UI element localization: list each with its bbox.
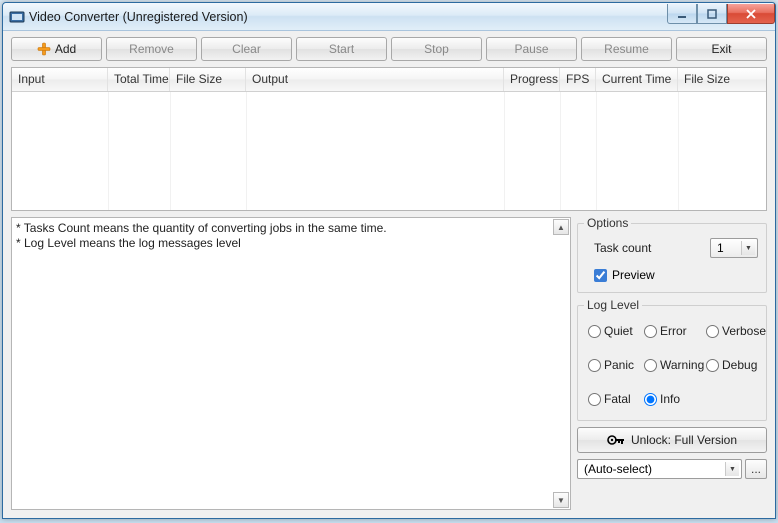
exit-button[interactable]: Exit: [676, 37, 767, 61]
add-button[interactable]: Add: [11, 37, 102, 61]
radio-verbose[interactable]: Verbose: [706, 324, 762, 338]
col-fps[interactable]: FPS: [560, 68, 596, 91]
titlebar[interactable]: Video Converter (Unregistered Version): [3, 3, 775, 31]
remove-button[interactable]: Remove: [106, 37, 197, 61]
radio-info[interactable]: Info: [644, 392, 706, 406]
start-button[interactable]: Start: [296, 37, 387, 61]
content-area: Add Remove Clear Start Stop Pause Resume…: [3, 31, 775, 518]
chevron-down-icon: ▼: [741, 241, 755, 255]
plus-icon: [37, 42, 51, 56]
col-input[interactable]: Input: [12, 68, 108, 91]
toolbar: Add Remove Clear Start Stop Pause Resume…: [11, 37, 767, 61]
key-icon: [607, 433, 625, 447]
col-currenttime[interactable]: Current Time: [596, 68, 678, 91]
col-filesize[interactable]: File Size: [170, 68, 246, 91]
log-pane[interactable]: * Tasks Count means the quantity of conv…: [11, 217, 571, 510]
minimize-button[interactable]: [667, 4, 697, 24]
add-label: Add: [55, 42, 76, 56]
radio-fatal[interactable]: Fatal: [588, 392, 644, 406]
col-totaltime[interactable]: Total Time: [108, 68, 170, 91]
table-header: Input Total Time File Size Output Progre…: [12, 68, 766, 92]
browse-button[interactable]: ...: [745, 459, 767, 479]
preview-label: Preview: [612, 268, 655, 282]
scroll-down[interactable]: ▼: [553, 492, 569, 508]
bottom-row: * Tasks Count means the quantity of conv…: [11, 217, 767, 510]
options-group: Options Task count 1 ▼ Preview: [577, 223, 767, 293]
col-progress[interactable]: Progress: [504, 68, 560, 91]
window-title: Video Converter (Unregistered Version): [29, 10, 248, 24]
table-body: [12, 92, 766, 210]
loglevel-legend: Log Level: [584, 298, 642, 312]
options-legend: Options: [584, 216, 631, 230]
stop-button[interactable]: Stop: [391, 37, 482, 61]
preview-checkbox[interactable]: [594, 269, 607, 282]
loglevel-group: Log Level Quiet Error Verbose Panic Warn…: [577, 305, 767, 421]
auto-select-row: (Auto-select) ▼ ...: [577, 459, 767, 479]
col-filesize2[interactable]: File Size: [678, 68, 766, 91]
radio-quiet[interactable]: Quiet: [588, 324, 644, 338]
task-count-label: Task count: [594, 241, 651, 255]
clear-button[interactable]: Clear: [201, 37, 292, 61]
unlock-button[interactable]: Unlock: Full Version: [577, 427, 767, 453]
radio-warning[interactable]: Warning: [644, 358, 706, 372]
resume-button[interactable]: Resume: [581, 37, 672, 61]
radio-error[interactable]: Error: [644, 324, 706, 338]
chevron-down-icon: ▼: [725, 462, 739, 476]
side-panel: Options Task count 1 ▼ Preview: [577, 217, 767, 510]
maximize-button[interactable]: [697, 4, 727, 24]
log-text: * Tasks Count means the quantity of conv…: [16, 221, 566, 251]
window-controls: [667, 4, 775, 24]
col-output[interactable]: Output: [246, 68, 504, 91]
auto-select-dropdown[interactable]: (Auto-select) ▼: [577, 459, 742, 479]
radio-debug[interactable]: Debug: [706, 358, 762, 372]
radio-panic[interactable]: Panic: [588, 358, 644, 372]
pause-button[interactable]: Pause: [486, 37, 577, 61]
scroll-up[interactable]: ▲: [553, 219, 569, 235]
task-table[interactable]: Input Total Time File Size Output Progre…: [11, 67, 767, 211]
close-button[interactable]: [727, 4, 775, 24]
app-window: Video Converter (Unregistered Version) A…: [2, 2, 776, 519]
app-icon: [9, 9, 25, 25]
task-count-select[interactable]: 1 ▼: [710, 238, 758, 258]
